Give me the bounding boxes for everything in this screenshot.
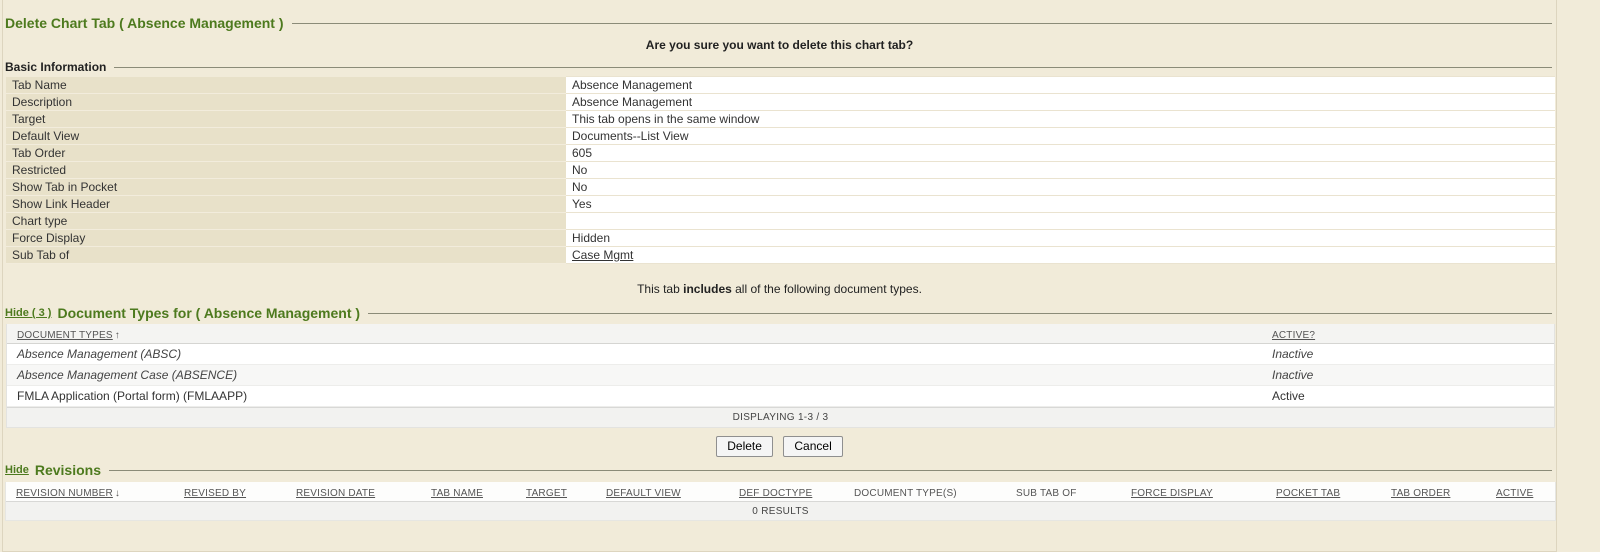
doc-types-header: Hide ( 3 ) Document Types for ( Absence … (3, 304, 1556, 322)
delete-chart-tab-panel: Delete Chart Tab ( Absence Management ) … (2, 0, 1557, 552)
field-value-restricted: No (566, 162, 1555, 179)
sort-asc-icon: ↑ (115, 330, 120, 341)
field-value-default-view: Documents--List View (566, 128, 1555, 145)
doc-types-title: Document Types for ( Absence Management … (57, 304, 360, 322)
revisions-empty-state: 0 RESULTS (6, 501, 1555, 520)
field-value-target: This tab opens in the same window (566, 111, 1555, 128)
force-display-column-header[interactable]: FORCE DISPLAY (1131, 488, 1213, 499)
active-column-header[interactable]: ACTIVE (1496, 488, 1533, 499)
field-value-tab-name: Absence Management (566, 77, 1555, 94)
sub-tab-of-link[interactable]: Case Mgmt (572, 248, 633, 262)
page-title: Delete Chart Tab ( Absence Management ) (5, 14, 284, 32)
default-view-column-header[interactable]: DEFAULT VIEW (606, 488, 681, 499)
revisions-table: REVISION NUMBER↓ REVISED BY REVISION DAT… (5, 482, 1556, 521)
field-label-force-display: Force Display (6, 230, 566, 247)
includes-note: This tab includes all of the following d… (3, 282, 1556, 296)
table-row: Tab Order 605 (6, 145, 1555, 162)
field-value-force-display: Hidden (566, 230, 1555, 247)
doc-types-rule (368, 313, 1552, 314)
document-types-column-header[interactable]: DOCUMENT TYPES (17, 330, 113, 341)
basic-info-table: Tab Name Absence Management Description … (6, 76, 1555, 264)
basic-info-header: Basic Information (3, 60, 1556, 74)
sort-desc-icon: ↓ (115, 488, 120, 499)
cancel-button[interactable]: Cancel (783, 436, 842, 457)
field-label-chart-type: Chart type (6, 213, 566, 230)
table-row: Show Link Header Yes (6, 196, 1555, 213)
active-column-header[interactable]: ACTIVE? (1272, 330, 1315, 341)
revisions-hide-link[interactable]: Hide (5, 464, 29, 476)
basic-info-title: Basic Information (5, 60, 106, 74)
def-doctype-column-header[interactable]: DEF DOCTYPE (739, 488, 812, 499)
table-row: Absence Management (ABSC) Inactive (7, 344, 1554, 365)
field-value-show-tab-in-pocket: No (566, 179, 1555, 196)
doc-type-name: Absence Management (ABSC) (7, 347, 1272, 361)
tab-order-column-header[interactable]: TAB ORDER (1391, 488, 1450, 499)
delete-button[interactable]: Delete (716, 436, 773, 457)
pocket-tab-column-header[interactable]: POCKET TAB (1276, 488, 1340, 499)
doc-types-table: DOCUMENT TYPES↑ ACTIVE? Absence Manageme… (6, 324, 1555, 428)
table-row: Target This tab opens in the same window (6, 111, 1555, 128)
doc-types-pagination: DISPLAYING 1-3 / 3 (7, 407, 1554, 427)
revision-date-column-header[interactable]: REVISION DATE (296, 488, 375, 499)
field-value-chart-type (566, 213, 1555, 230)
doc-type-name: Absence Management Case (ABSENCE) (7, 368, 1272, 382)
basic-info-rule (114, 67, 1552, 68)
revision-number-column-header[interactable]: REVISION NUMBER (16, 488, 113, 499)
doc-type-name: FMLA Application (Portal form) (FMLAAPP) (7, 389, 1272, 403)
table-row: Restricted No (6, 162, 1555, 179)
table-row: Sub Tab of Case Mgmt (6, 247, 1555, 264)
revisions-table-header: REVISION NUMBER↓ REVISED BY REVISION DAT… (6, 482, 1555, 501)
doc-type-active: Inactive (1272, 347, 1554, 361)
table-row: FMLA Application (Portal form) (FMLAAPP)… (7, 386, 1554, 407)
table-row: Default View Documents--List View (6, 128, 1555, 145)
doc-type-active: Inactive (1272, 368, 1554, 382)
table-row: Absence Management Case (ABSENCE) Inacti… (7, 365, 1554, 386)
field-label-show-tab-in-pocket: Show Tab in Pocket (6, 179, 566, 196)
sub-tab-of-column-header-static: SUB TAB OF (1016, 488, 1077, 499)
doc-types-table-header: DOCUMENT TYPES↑ ACTIVE? (7, 324, 1554, 344)
confirm-message: Are you sure you want to delete this cha… (3, 38, 1556, 52)
field-label-description: Description (6, 94, 566, 111)
includes-note-suffix: all of the following document types. (732, 282, 922, 296)
tab-name-column-header[interactable]: TAB NAME (431, 488, 483, 499)
table-row: Chart type (6, 213, 1555, 230)
field-label-tab-order: Tab Order (6, 145, 566, 162)
doc-type-active: Active (1272, 389, 1554, 403)
revisions-header: Hide Revisions (3, 461, 1556, 479)
field-label-restricted: Restricted (6, 162, 566, 179)
includes-note-bold: includes (683, 282, 732, 296)
document-types-column-header-static: DOCUMENT TYPE(S) (854, 488, 957, 499)
table-row: Force Display Hidden (6, 230, 1555, 247)
revisions-title: Revisions (35, 461, 101, 479)
field-value-tab-order: 605 (566, 145, 1555, 162)
table-row: Tab Name Absence Management (6, 77, 1555, 94)
table-row: Description Absence Management (6, 94, 1555, 111)
field-label-tab-name: Tab Name (6, 77, 566, 94)
field-label-default-view: Default View (6, 128, 566, 145)
field-value-show-link-header: Yes (566, 196, 1555, 213)
field-value-description: Absence Management (566, 94, 1555, 111)
doc-types-hide-link[interactable]: Hide ( 3 ) (5, 307, 51, 319)
revised-by-column-header[interactable]: REVISED BY (184, 488, 246, 499)
includes-note-prefix: This tab (637, 282, 683, 296)
field-label-show-link-header: Show Link Header (6, 196, 566, 213)
target-column-header[interactable]: TARGET (526, 488, 567, 499)
table-row: Show Tab in Pocket No (6, 179, 1555, 196)
revisions-rule (109, 470, 1552, 471)
field-label-target: Target (6, 111, 566, 128)
action-buttons: Delete Cancel (3, 436, 1556, 457)
field-label-sub-tab-of: Sub Tab of (6, 247, 566, 264)
header-rule (292, 23, 1552, 24)
page-header: Delete Chart Tab ( Absence Management ) (3, 0, 1556, 32)
